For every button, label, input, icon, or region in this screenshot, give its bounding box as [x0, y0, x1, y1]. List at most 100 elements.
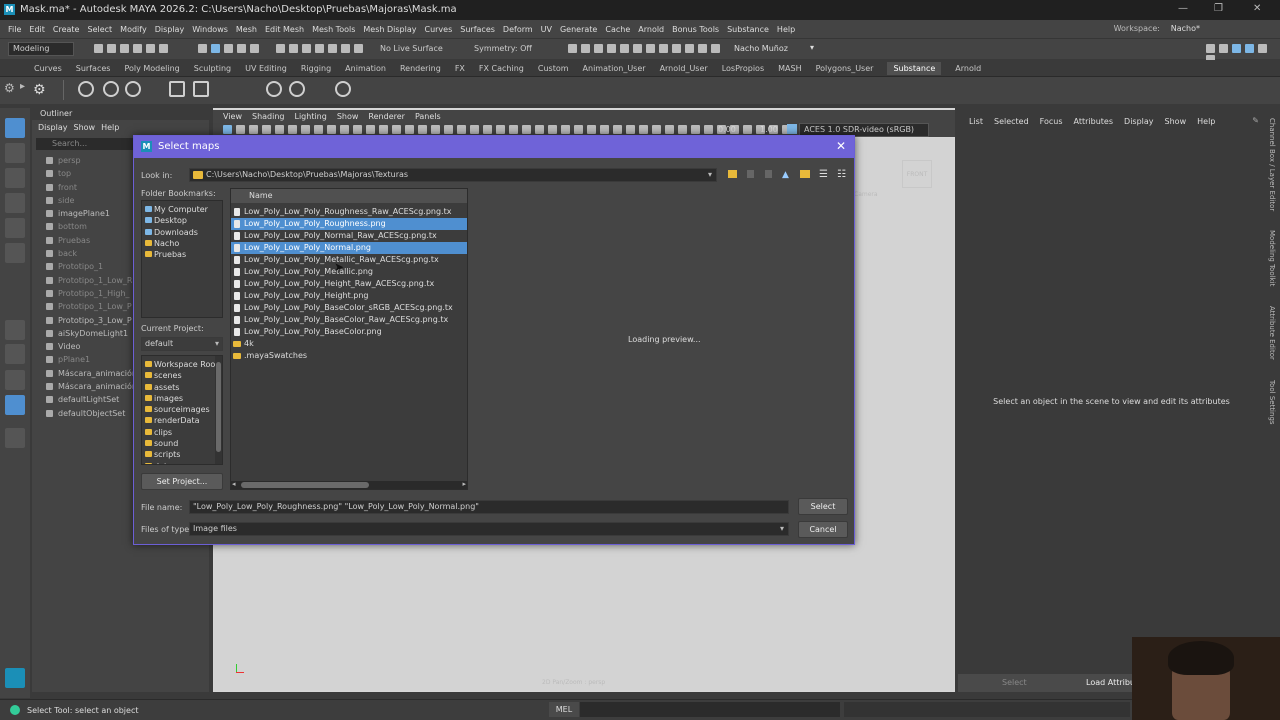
viewport-menu-item[interactable]: Panels — [415, 112, 441, 121]
files-of-type-dropdown[interactable]: Image files ▾ — [189, 522, 789, 536]
file-row[interactable]: Low_Poly_Low_Poly_Metallic_Raw_ACEScg.pn… — [231, 254, 467, 266]
menu-set-dropdown[interactable]: Modeling — [8, 42, 74, 56]
file-row[interactable]: Low_Poly_Low_Poly_Normal.png — [231, 242, 467, 254]
viewport-menu-item[interactable]: Shading — [252, 112, 285, 121]
menu-item[interactable]: Generate — [560, 25, 597, 34]
shelf-tab[interactable]: Custom — [538, 64, 569, 73]
viewport-menu-item[interactable]: View — [223, 112, 242, 121]
file-name-input[interactable]: "Low_Poly_Low_Poly_Roughness.png" "Low_P… — [189, 500, 789, 514]
menu-item[interactable]: Arnold — [638, 25, 664, 34]
maya-home-icon[interactable] — [5, 668, 25, 688]
menu-item[interactable]: Create — [53, 25, 80, 34]
substance-workflow-icon[interactable] — [169, 81, 185, 97]
side-tab-tool-settings[interactable]: Tool Settings — [1268, 380, 1276, 425]
info-icon[interactable] — [335, 81, 351, 97]
menu-item[interactable]: UV — [541, 25, 552, 34]
file-row[interactable]: Low_Poly_Low_Poly_Height_Raw_ACEScg.png.… — [231, 278, 467, 290]
file-tools-icons[interactable] — [92, 44, 170, 55]
move-tool-icon[interactable] — [5, 193, 25, 213]
outliner-layout-icon[interactable] — [5, 395, 25, 415]
project-folder-item[interactable]: data — [142, 461, 222, 464]
look-in-path-dropdown[interactable]: C:\Users\Nacho\Desktop\Pruebas\Majoras\T… — [189, 168, 717, 182]
attribute-menu-item[interactable]: Focus — [1040, 117, 1063, 126]
project-folder-item[interactable]: scenes — [142, 370, 222, 381]
file-row[interactable]: Low_Poly_Low_Poly_BaseColor_sRGB_ACEScg.… — [231, 302, 467, 314]
shelf-tab[interactable]: Surfaces — [76, 64, 111, 73]
menu-item[interactable]: Curves — [424, 25, 452, 34]
gamma-value[interactable]: 1.00 — [760, 125, 778, 134]
set-project-button[interactable]: Set Project... — [141, 473, 223, 490]
workspace-dropdown[interactable]: Nacho* — [1171, 24, 1200, 33]
attribute-menu-item[interactable]: Selected — [994, 117, 1029, 126]
maximize-icon[interactable]: ❐ — [1214, 3, 1223, 14]
lasso-tool-icon[interactable] — [5, 143, 25, 163]
search-icon[interactable] — [5, 428, 25, 448]
single-view-layout-icon[interactable] — [5, 320, 25, 340]
substance-export-icon[interactable] — [193, 81, 209, 97]
exposure-value[interactable]: 0.00 — [718, 125, 736, 134]
selection-mode-icons[interactable] — [196, 44, 261, 55]
shelf-settings-gear-icon[interactable]: ⚙ — [4, 81, 15, 95]
forward-icon[interactable] — [747, 170, 754, 178]
two-view-layout-icon[interactable] — [5, 370, 25, 390]
substance-settings-icon[interactable]: ⚙ — [33, 82, 46, 98]
project-folder-item[interactable]: images — [142, 393, 222, 404]
substance-sync-icon[interactable] — [266, 81, 282, 97]
mel-label[interactable]: MEL — [549, 702, 579, 717]
name-column-header[interactable]: Name — [231, 189, 467, 203]
substance-create-icon[interactable] — [78, 81, 94, 97]
menu-item[interactable]: Select — [87, 25, 112, 34]
menu-item[interactable]: Edit — [29, 25, 45, 34]
outliner-menu-item[interactable]: Help — [101, 123, 119, 132]
menu-item[interactable]: Deform — [503, 25, 533, 34]
file-row[interactable]: Low_Poly_Low_Poly_BaseColor_Raw_ACEScg.p… — [231, 314, 467, 326]
menu-item[interactable]: Cache — [605, 25, 630, 34]
substance-target-icon[interactable] — [125, 81, 141, 97]
color-management-icon[interactable] — [787, 124, 797, 134]
file-row[interactable]: Low_Poly_Low_Poly_Roughness.png — [231, 218, 467, 230]
shelf-tab[interactable]: UV Editing — [245, 64, 287, 73]
project-folder-item[interactable]: clips — [142, 427, 222, 438]
paint-select-tool-icon[interactable] — [5, 168, 25, 188]
file-row[interactable]: Low_Poly_Low_Poly_Height.png — [231, 290, 467, 302]
load-attributes-button[interactable]: Load Attribut — [1086, 678, 1138, 687]
menu-item[interactable]: Help — [777, 25, 795, 34]
project-folder-item[interactable]: sourceimages — [142, 404, 222, 415]
select-button[interactable]: Select — [798, 498, 848, 515]
menu-item[interactable]: Display — [155, 25, 185, 34]
scroll-right-icon[interactable]: ▸ — [462, 480, 466, 488]
shelf-tab[interactable]: FX — [455, 64, 465, 73]
viewport-menu-item[interactable]: Renderer — [368, 112, 405, 121]
menu-item[interactable]: Windows — [192, 25, 228, 34]
shelf-tab[interactable]: Polygons_User — [816, 64, 874, 73]
snap-icons[interactable] — [274, 44, 365, 55]
menu-item[interactable]: Bonus Tools — [672, 25, 719, 34]
shelf-tab[interactable]: Animation — [345, 64, 386, 73]
file-row[interactable]: Low_Poly_Low_Poly_BaseColor.png — [231, 326, 467, 338]
project-folder-item[interactable]: assets — [142, 382, 222, 393]
shelf-tab[interactable]: Arnold_User — [660, 64, 708, 73]
project-scrollbar[interactable] — [215, 356, 222, 464]
four-view-layout-icon[interactable] — [5, 344, 25, 364]
parent-folder-icon[interactable]: ▲ — [782, 170, 789, 180]
attribute-menu-item[interactable]: Help — [1197, 117, 1215, 126]
menu-item[interactable]: Edit Mesh — [265, 25, 304, 34]
substance-graph-icon[interactable] — [103, 81, 119, 97]
pin-icon[interactable]: ✎ — [1252, 116, 1259, 125]
folder-row[interactable]: .mayaSwatches — [231, 350, 467, 362]
live-surface-label[interactable]: No Live Surface — [380, 44, 443, 53]
shelf-tabs-arrow-icon[interactable]: ▸ — [20, 81, 25, 92]
shelf-tab[interactable]: Arnold — [955, 64, 981, 73]
rotate-tool-icon[interactable] — [5, 218, 25, 238]
bookmark-item[interactable]: Desktop — [142, 215, 222, 226]
detail-view-icon[interactable]: ☷ — [837, 169, 846, 180]
close-icon[interactable]: ✕ — [1253, 3, 1261, 14]
user-dropdown-arrow-icon[interactable]: ▾ — [810, 43, 814, 52]
shelf-tab[interactable]: Substance — [887, 61, 942, 75]
bookmark-item[interactable]: Downloads — [142, 227, 222, 238]
attribute-select-button[interactable]: Select — [1002, 678, 1027, 687]
select-tool-icon[interactable] — [5, 118, 25, 138]
shelf-tab[interactable]: MASH — [778, 64, 801, 73]
attribute-menu-item[interactable]: Attributes — [1074, 117, 1114, 126]
recent-icon[interactable] — [765, 170, 772, 178]
